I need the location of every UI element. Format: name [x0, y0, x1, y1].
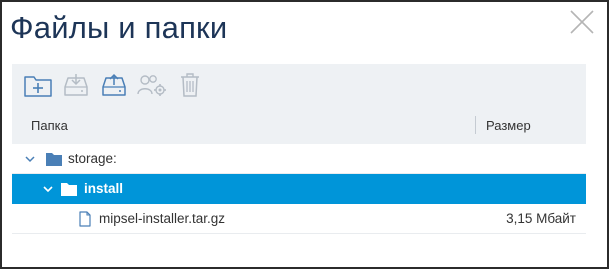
new-folder-button[interactable] [22, 69, 54, 101]
file-panel: Папка Размер storage: install mipsel-ins… [12, 64, 586, 236]
tree-row-label: storage: [68, 151, 117, 166]
dialog-title: Файлы и папки [10, 10, 228, 45]
column-header-folder[interactable]: Папка [31, 118, 68, 133]
upload-button[interactable] [98, 69, 130, 101]
tree-row-storage[interactable]: storage: [12, 144, 586, 174]
chevron-down-icon[interactable] [42, 183, 54, 195]
download-icon [64, 74, 88, 96]
upload-icon [102, 73, 126, 96]
file-icon [79, 211, 91, 227]
folder-icon [61, 183, 77, 196]
new-folder-icon [24, 76, 52, 97]
tree-row-label: install [84, 181, 124, 196]
file-tree: storage: install mipsel-installer.tar.gz [12, 144, 586, 234]
chevron-down-icon[interactable] [24, 153, 36, 165]
table-header: Папка Размер [12, 106, 586, 144]
trash-icon [181, 73, 199, 97]
close-icon[interactable] [568, 8, 596, 36]
file-size: 3,15 Мбайт [506, 211, 576, 226]
permissions-button[interactable] [136, 69, 168, 101]
file-manager-dialog: Файлы и папки Папка Размер storage: inst… [0, 0, 609, 269]
column-divider[interactable] [475, 116, 476, 134]
tree-row-install[interactable]: install [12, 174, 586, 204]
delete-button[interactable] [174, 69, 206, 101]
permissions-icon [137, 75, 166, 96]
toolbar [12, 64, 586, 106]
column-header-size[interactable]: Размер [486, 118, 531, 133]
download-button[interactable] [60, 69, 92, 101]
file-name: mipsel-installer.tar.gz [99, 211, 226, 226]
tree-row-file[interactable]: mipsel-installer.tar.gz 3,15 Мбайт [12, 204, 586, 234]
folder-icon [46, 153, 62, 166]
